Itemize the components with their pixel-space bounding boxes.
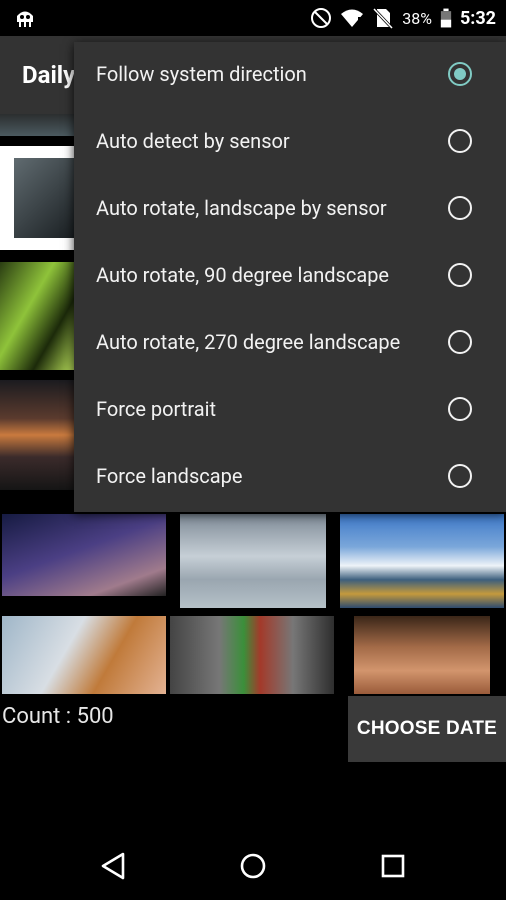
- radio-button[interactable]: [448, 397, 472, 421]
- menu-item-label: Force landscape: [96, 464, 243, 488]
- photo-count: Count : 500: [2, 704, 114, 729]
- battery-percent: 38%: [402, 8, 432, 28]
- photo-thumbnail[interactable]: [2, 616, 166, 694]
- photo-thumbnail[interactable]: [0, 262, 74, 370]
- menu-item-label: Auto rotate, 90 degree landscape: [96, 263, 390, 287]
- navigation-bar: [0, 830, 506, 900]
- photo-thumbnail[interactable]: [340, 514, 504, 608]
- do-not-disturb-icon: [311, 8, 332, 28]
- radio-button[interactable]: [448, 129, 472, 153]
- photo-thumbnail[interactable]: [170, 616, 334, 694]
- menu-item-force-portrait[interactable]: Force portrait: [74, 377, 506, 444]
- radio-button[interactable]: [448, 330, 472, 354]
- android-debug-icon: [17, 11, 33, 27]
- radio-button[interactable]: [448, 196, 472, 220]
- menu-item-force-landscape[interactable]: Force landscape: [74, 444, 506, 511]
- battery-icon: [440, 8, 452, 28]
- clock: 5:32: [459, 7, 496, 29]
- status-bar: 38% 5:32: [0, 0, 506, 36]
- radio-button-checked[interactable]: [448, 62, 472, 86]
- photo-thumbnail[interactable]: [0, 114, 74, 136]
- app-title: Daily: [22, 61, 76, 89]
- photo-thumbnail[interactable]: [0, 146, 74, 250]
- menu-item-auto-rotate-90-landscape[interactable]: Auto rotate, 90 degree landscape: [74, 243, 506, 310]
- menu-item-label: Force portrait: [96, 397, 216, 421]
- menu-item-follow-system-direction[interactable]: Follow system direction: [74, 42, 506, 109]
- photo-thumbnail[interactable]: [180, 514, 326, 608]
- menu-item-auto-detect-by-sensor[interactable]: Auto detect by sensor: [74, 109, 506, 176]
- menu-item-label: Auto detect by sensor: [96, 129, 290, 153]
- photo-thumbnail[interactable]: [0, 380, 74, 490]
- menu-item-auto-rotate-270-landscape[interactable]: Auto rotate, 270 degree landscape: [74, 310, 506, 377]
- menu-item-label: Auto rotate, 270 degree landscape: [96, 330, 401, 354]
- wifi-icon: [341, 9, 364, 28]
- menu-item-label: Auto rotate, landscape by sensor: [96, 196, 387, 220]
- no-sim-icon: [373, 7, 394, 29]
- back-icon[interactable]: [96, 848, 132, 884]
- radio-button[interactable]: [448, 263, 472, 287]
- recents-icon[interactable]: [375, 848, 411, 884]
- orientation-menu: Follow system direction Auto detect by s…: [74, 42, 506, 512]
- home-icon[interactable]: [235, 848, 271, 884]
- menu-item-label: Follow system direction: [96, 62, 307, 86]
- photo-thumbnail[interactable]: [2, 514, 166, 596]
- photo-thumbnail[interactable]: [354, 616, 490, 694]
- radio-button[interactable]: [448, 464, 472, 488]
- menu-item-auto-rotate-landscape-by-sensor[interactable]: Auto rotate, landscape by sensor: [74, 176, 506, 243]
- choose-date-button[interactable]: CHOOSE DATE: [348, 696, 506, 762]
